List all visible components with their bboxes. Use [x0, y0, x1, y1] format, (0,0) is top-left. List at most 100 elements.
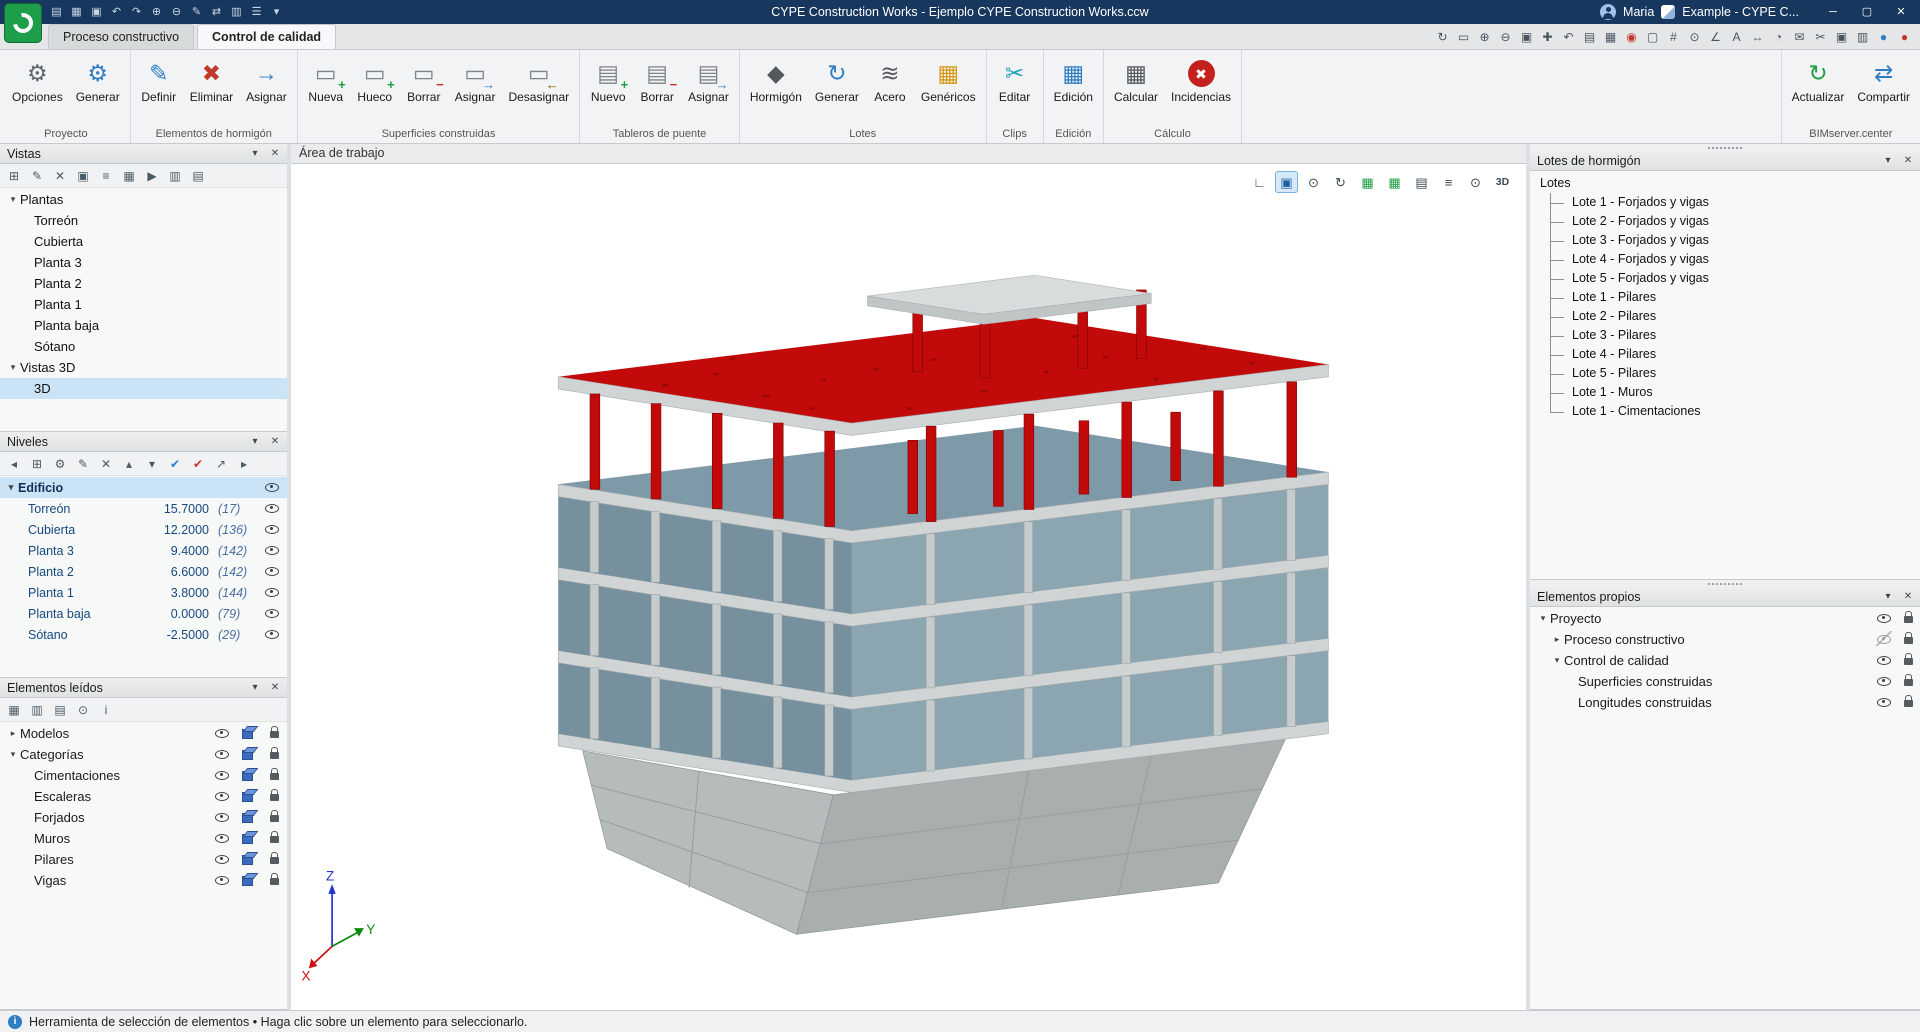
new-view-icon[interactable]: ⊞ — [4, 166, 24, 186]
ribbon-button-nueva[interactable]: ▭ + Nueva — [303, 53, 349, 107]
gray-column[interactable] — [824, 538, 834, 610]
sort-views-icon[interactable]: ≡ — [96, 166, 116, 186]
info-icon[interactable]: i — [96, 700, 116, 720]
gray-column[interactable] — [925, 533, 936, 606]
lock-icon[interactable] — [267, 830, 281, 844]
gray-column[interactable] — [773, 530, 783, 602]
lote-item-lote-4-forjados-y-vigas[interactable]: Lote 4 - Forjados y vigas — [1536, 250, 1916, 270]
bim-model-cube-icon[interactable] — [241, 830, 255, 844]
lote-item-lote-3-forjados-y-vigas[interactable]: Lote 3 - Forjados y vigas — [1536, 231, 1916, 251]
lock-icon[interactable] — [1901, 694, 1915, 708]
gray-column[interactable] — [711, 520, 722, 593]
expand-tree-icon[interactable]: ▤ — [50, 700, 70, 720]
red-column[interactable] — [824, 430, 835, 527]
ribbon-button-opciones[interactable]: ⚙ Opciones — [7, 53, 68, 107]
chevron-down-icon[interactable]: ▾ — [1536, 613, 1550, 624]
print-icon[interactable]: ▤ — [1580, 28, 1599, 47]
red-column[interactable] — [650, 403, 662, 500]
view-tree-item-planta-baja[interactable]: Planta baja — [0, 315, 287, 336]
level-row-cubierta[interactable]: Cubierta 12.2000 (136) — [0, 519, 287, 540]
edit-icon[interactable]: ✎ — [188, 3, 205, 21]
ribbon-button-asignar[interactable]: ▤ → Asignar — [683, 53, 734, 107]
isolate-level-icon[interactable]: ↗ — [211, 454, 231, 474]
orbit-icon[interactable]: ↻ — [1329, 171, 1352, 193]
open-file-icon[interactable]: ▦ — [68, 3, 85, 21]
measure-icon[interactable]: ∠ — [1706, 28, 1725, 47]
ribbon-button-asignar[interactable]: → Asignar — [241, 53, 292, 107]
level-row-planta-baja[interactable]: Planta baja 0.0000 (79) — [0, 603, 287, 624]
view-tree-item-planta-1[interactable]: Planta 1 — [0, 294, 287, 315]
visibility-icon[interactable]: ⊙ — [1302, 171, 1325, 193]
qat-dropdown-icon[interactable]: ▾ — [268, 3, 285, 21]
level-row-torreon[interactable]: Torreón 15.7000 (17) — [0, 498, 287, 519]
level-building-row[interactable]: ▾ Edificio — [0, 477, 287, 498]
lock-icon[interactable] — [267, 746, 281, 760]
level-row-sotano[interactable]: Sótano -2.5000 (29) — [0, 624, 287, 645]
eye-off-icon[interactable] — [1876, 630, 1892, 646]
chevron-right-icon[interactable]: ▸ — [6, 728, 20, 739]
own-element-row-superficies-construidas[interactable]: Superficies construidas — [1530, 671, 1920, 692]
settings-icon[interactable]: ⚙ — [50, 454, 70, 474]
close-button[interactable]: ✕ — [1884, 0, 1918, 24]
lock-icon[interactable] — [1901, 610, 1915, 624]
gray-column[interactable] — [1213, 581, 1223, 653]
gray-column[interactable] — [1121, 592, 1131, 665]
lock-icon[interactable] — [267, 767, 281, 781]
gray-column[interactable] — [1023, 521, 1033, 593]
gray-column[interactable] — [1286, 572, 1296, 644]
snap-icon[interactable]: ⊙ — [1685, 28, 1704, 47]
lote-item-lote-2-forjados-y-vigas[interactable]: Lote 2 - Forjados y vigas — [1536, 212, 1916, 232]
ribbon-button-generar[interactable]: ⚙ Generar — [71, 53, 125, 107]
new-file-icon[interactable]: ▤ — [48, 3, 65, 21]
ribbon-button-hueco[interactable]: ▭ + Hueco — [352, 53, 398, 107]
tab-control-de-calidad[interactable]: Control de calidad — [197, 24, 337, 49]
ribbon-button-desasignar[interactable]: ▭ ← Desasignar — [503, 53, 574, 107]
panel-grip[interactable] — [1530, 580, 1920, 587]
chevron-down-icon[interactable]: ▾ — [6, 362, 20, 373]
read-element-row-muros[interactable]: Muros — [0, 828, 287, 849]
red-column[interactable] — [1213, 390, 1224, 487]
tab-proceso-constructivo[interactable]: Proceso constructivo — [48, 24, 195, 49]
ribbon-button-asignar[interactable]: ▭ → Asignar — [450, 53, 501, 107]
bim-model-cube-icon[interactable] — [241, 746, 255, 760]
eye-icon[interactable] — [214, 767, 230, 782]
ribbon-button-edicion[interactable]: ▦ Edición — [1049, 53, 1098, 107]
red-column[interactable] — [589, 393, 601, 490]
bim-model-cube-icon[interactable] — [241, 767, 255, 781]
cype-logo-icon[interactable] — [4, 3, 42, 43]
red-column[interactable] — [925, 425, 937, 522]
eye-icon[interactable] — [264, 584, 280, 599]
analysis-icon[interactable]: ▦ — [1356, 171, 1379, 193]
view-tree-item-sotano[interactable]: Sótano — [0, 336, 287, 357]
view-tree-item-plantas[interactable]: ▾ Plantas — [0, 189, 287, 210]
gray-column[interactable] — [1213, 498, 1223, 570]
view-tree-item-3d[interactable]: 3D — [0, 378, 287, 399]
minimize-button[interactable]: ─ — [1816, 0, 1850, 24]
gray-column[interactable] — [824, 621, 834, 694]
gray-column[interactable] — [773, 613, 783, 685]
gray-column[interactable] — [589, 667, 599, 740]
eye-icon[interactable] — [264, 563, 280, 578]
check-grid-icon[interactable]: ▦ — [1383, 171, 1406, 193]
gray-column[interactable] — [1121, 509, 1131, 581]
redo-icon[interactable]: ↷ — [128, 3, 145, 21]
view-tree-item-vistas-3d[interactable]: ▾ Vistas 3D — [0, 357, 287, 378]
view-tree-item-torreon[interactable]: Torreón — [0, 210, 287, 231]
bim-model-cube-icon[interactable] — [241, 788, 255, 802]
collapse-panel-icon[interactable]: ▾ — [1881, 155, 1895, 166]
lote-item-lote-1-muros[interactable]: Lote 1 - Muros — [1536, 383, 1916, 403]
ribbon-button-definir[interactable]: ✎ Definir — [136, 53, 182, 107]
menu-icon[interactable]: ☰ — [248, 3, 265, 21]
lotes-root[interactable]: Lotes — [1536, 173, 1916, 193]
lock-icon[interactable] — [1901, 652, 1915, 666]
zoom-all-icon[interactable]: ▣ — [1517, 28, 1536, 47]
lock-icon[interactable] — [267, 872, 281, 886]
camera-icon[interactable]: ▦ — [119, 166, 139, 186]
bim-model-cube-icon[interactable] — [241, 872, 255, 886]
windows-icon[interactable]: ▣ — [1832, 28, 1851, 47]
red-column[interactable] — [1286, 381, 1297, 478]
lote-item-lote-5-pilares[interactable]: Lote 5 - Pilares — [1536, 364, 1916, 384]
layers-icon[interactable]: ≡ — [1437, 171, 1460, 193]
close-panel-icon[interactable]: ✕ — [268, 148, 282, 159]
gray-column[interactable] — [650, 510, 661, 583]
